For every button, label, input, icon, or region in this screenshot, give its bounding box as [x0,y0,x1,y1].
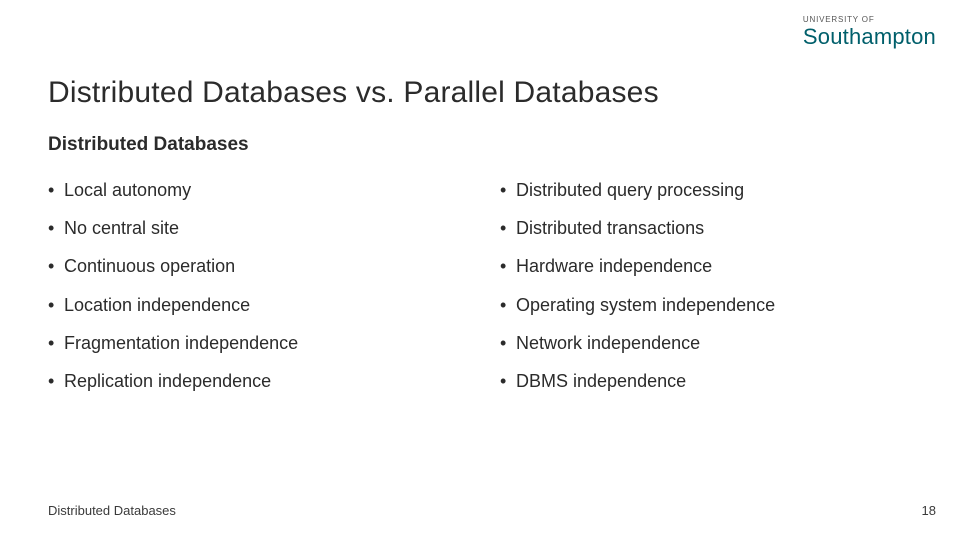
slide-subtitle: Distributed Databases [48,134,249,156]
logo-line2-text: Southampton [803,24,936,49]
logo-line1: UNIVERSITY OF [803,16,936,24]
logo-line2: Southampton [803,26,936,48]
list-item: Distributed query processing [500,178,912,203]
list-item: Distributed transactions [500,216,912,241]
list-item: Replication independence [48,369,460,394]
list-item: Hardware independence [500,254,912,279]
right-bullet-list: Distributed query processing Distributed… [500,178,912,394]
page-number: 18 [922,503,936,518]
list-item: Operating system independence [500,293,912,318]
list-item: No central site [48,216,460,241]
footer-title: Distributed Databases [48,503,176,518]
list-item: Continuous operation [48,254,460,279]
slide: UNIVERSITY OF Southampton Distributed Da… [0,0,960,540]
list-item: DBMS independence [500,369,912,394]
university-logo: UNIVERSITY OF Southampton [803,16,936,48]
list-item: Local autonomy [48,178,460,203]
right-column: Distributed query processing Distributed… [500,178,912,407]
content-columns: Local autonomy No central site Continuou… [48,178,912,407]
left-bullet-list: Local autonomy No central site Continuou… [48,178,460,394]
list-item: Fragmentation independence [48,331,460,356]
left-column: Local autonomy No central site Continuou… [48,178,460,407]
slide-title: Distributed Databases vs. Parallel Datab… [48,76,659,110]
list-item: Location independence [48,293,460,318]
list-item: Network independence [500,331,912,356]
